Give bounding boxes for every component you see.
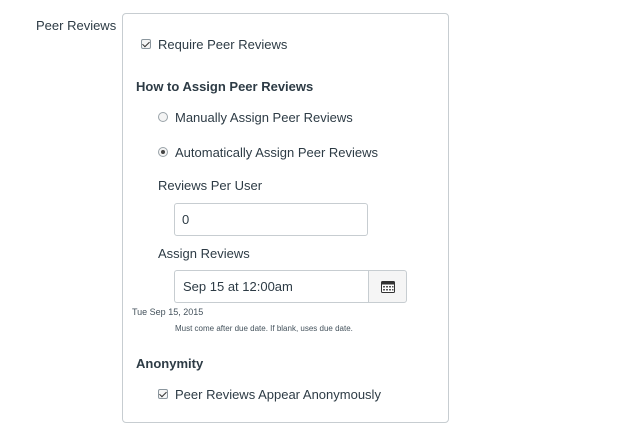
require-peer-reviews-checkbox[interactable] xyxy=(141,39,151,49)
auto-assign-radio[interactable] xyxy=(158,147,168,157)
assign-reviews-hint: Must come after due date. If blank, uses… xyxy=(175,324,353,333)
assign-heading: How to Assign Peer Reviews xyxy=(136,79,314,94)
reviews-per-user-label: Reviews Per User xyxy=(158,178,263,193)
assign-reviews-date-group xyxy=(174,270,407,303)
require-peer-reviews-option[interactable]: Require Peer Reviews xyxy=(141,36,287,52)
auto-assign-option[interactable]: Automatically Assign Peer Reviews xyxy=(158,144,378,160)
manual-assign-option[interactable]: Manually Assign Peer Reviews xyxy=(158,109,353,125)
manual-assign-radio[interactable] xyxy=(158,112,168,122)
calendar-icon xyxy=(380,281,395,293)
anonymous-checkbox[interactable] xyxy=(158,389,168,399)
section-label: Peer Reviews xyxy=(36,18,117,33)
assign-reviews-date-input[interactable] xyxy=(174,270,368,303)
anonymity-heading: Anonymity xyxy=(136,356,204,371)
require-peer-reviews-label: Require Peer Reviews xyxy=(158,36,288,52)
anonymous-option[interactable]: Peer Reviews Appear Anonymously xyxy=(158,386,381,402)
assign-reviews-label: Assign Reviews xyxy=(158,246,250,261)
manual-assign-label: Manually Assign Peer Reviews xyxy=(175,109,353,125)
parsed-date-text: Tue Sep 15, 2015 xyxy=(132,307,204,317)
peer-reviews-settings: Peer Reviews Require Peer Reviews How to… xyxy=(0,0,624,431)
anonymous-label: Peer Reviews Appear Anonymously xyxy=(175,386,381,402)
auto-assign-label: Automatically Assign Peer Reviews xyxy=(175,144,379,160)
calendar-button[interactable] xyxy=(368,270,407,303)
reviews-per-user-input[interactable] xyxy=(174,203,368,236)
